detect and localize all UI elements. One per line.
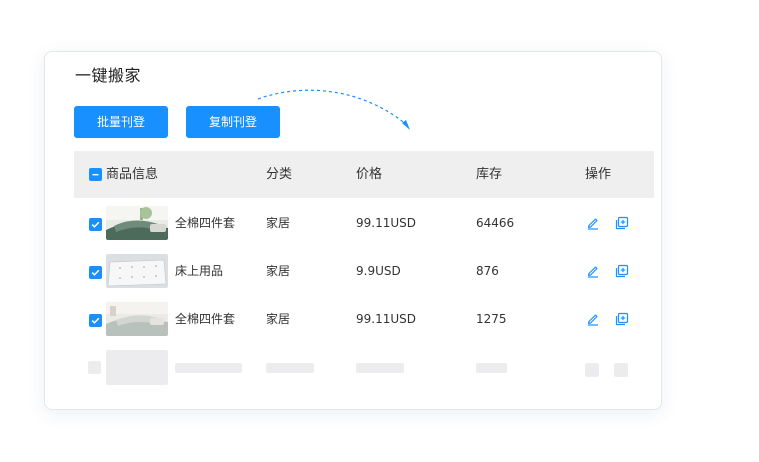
product-category: 家居 [266, 216, 291, 230]
skeleton-row [74, 343, 654, 391]
row-checkbox[interactable] [89, 314, 102, 327]
skeleton-action [585, 363, 599, 377]
page-title: 一键搬家 [75, 66, 142, 85]
header-price: 价格 [356, 167, 383, 182]
copy-add-icon[interactable] [615, 312, 629, 326]
header-stock: 库存 [476, 167, 503, 182]
checked-checkbox-icon [91, 269, 100, 276]
table-row: 床上用品 家居 9.9USD 876 [74, 247, 654, 295]
product-thumbnail [106, 206, 168, 240]
skeleton-checkbox [88, 361, 101, 374]
product-price: 99.11USD [356, 216, 416, 230]
product-name: 全棉四件套 [175, 216, 236, 230]
product-price: 9.9USD [356, 264, 401, 278]
product-thumbnail [106, 254, 168, 288]
copy-add-icon[interactable] [615, 216, 629, 230]
table-header: 商品信息 分类 价格 库存 操作 [74, 151, 654, 198]
product-name: 全棉四件套 [175, 312, 236, 326]
skeleton-category [266, 363, 314, 373]
checked-checkbox-icon [91, 221, 100, 228]
product-thumbnail [106, 302, 168, 336]
product-category: 家居 [266, 312, 291, 326]
indeterminate-checkbox-icon [92, 174, 99, 176]
row-checkbox[interactable] [89, 266, 102, 279]
skeleton-price [356, 363, 404, 373]
product-stock: 64466 [476, 216, 515, 230]
table-row: 全棉四件套 家居 99.11USD 64466 [74, 199, 654, 247]
copy-add-icon[interactable] [615, 264, 629, 278]
product-name: 床上用品 [175, 264, 224, 278]
product-stock: 1275 [476, 312, 507, 326]
select-all-checkbox[interactable] [89, 168, 102, 181]
product-price: 99.11USD [356, 312, 416, 326]
header-actions: 操作 [585, 167, 612, 182]
checked-checkbox-icon [91, 317, 100, 324]
edit-icon[interactable] [586, 216, 600, 230]
edit-icon[interactable] [586, 264, 600, 278]
skeleton-action [614, 363, 628, 377]
header-product: 商品信息 [106, 167, 159, 182]
row-checkbox[interactable] [89, 218, 102, 231]
skeleton-name [175, 363, 242, 373]
table-row: 全棉四件套 家居 99.11USD 1275 [74, 295, 654, 343]
dashed-arrow-decoration [257, 89, 410, 130]
edit-icon[interactable] [586, 312, 600, 326]
skeleton-thumbnail [106, 350, 168, 385]
header-category: 分类 [266, 167, 293, 182]
product-stock: 876 [476, 264, 499, 278]
batch-publish-button[interactable]: 批量刊登 [74, 106, 168, 138]
skeleton-stock [476, 363, 507, 373]
product-category: 家居 [266, 264, 291, 278]
